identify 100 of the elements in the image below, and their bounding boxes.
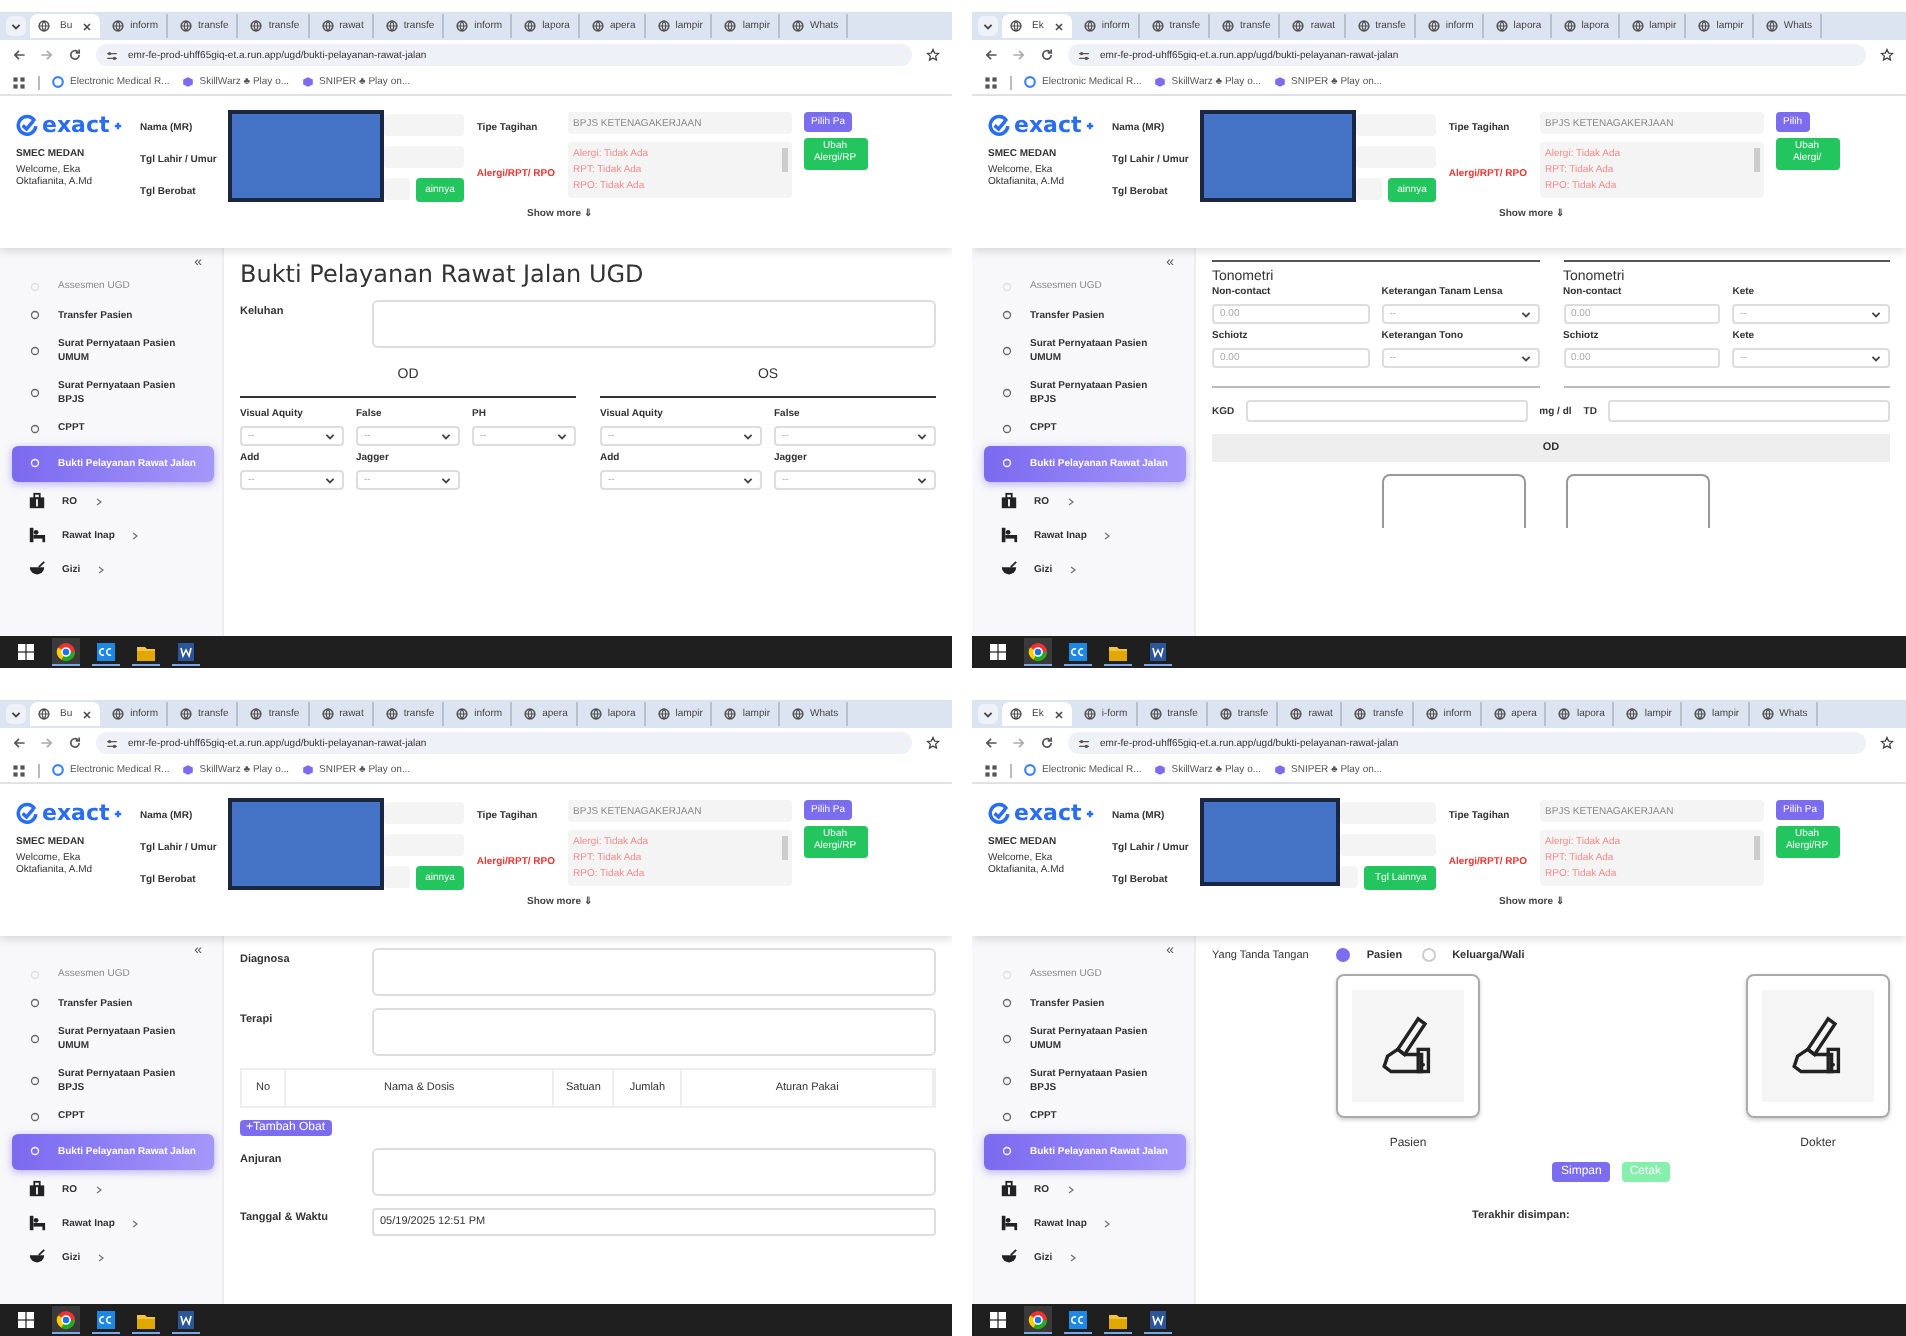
scrollbar[interactable] (781, 836, 788, 860)
close-icon[interactable] (1053, 709, 1064, 719)
scrollbar[interactable] (1753, 148, 1760, 172)
browser-icon[interactable] (56, 641, 76, 661)
apps-icon[interactable] (12, 763, 26, 777)
date-field[interactable] (1356, 178, 1382, 200)
apps-icon[interactable] (12, 75, 26, 89)
input-field[interactable] (384, 114, 465, 136)
tab-list-button[interactable] (6, 16, 26, 36)
site-info-icon[interactable] (106, 49, 118, 61)
windows-icon[interactable] (988, 1310, 1008, 1330)
globe-icon (1493, 708, 1506, 720)
close-icon[interactable] (82, 21, 93, 31)
close-icon[interactable] (82, 709, 93, 719)
globe-icon (1427, 20, 1440, 32)
back-icon[interactable] (12, 736, 26, 750)
input-field[interactable] (1356, 146, 1437, 168)
chevron-icon (982, 708, 994, 720)
globe-icon (250, 20, 263, 32)
close-icon[interactable] (1053, 21, 1064, 31)
reload-icon[interactable] (68, 48, 82, 62)
document-icon[interactable] (1148, 1309, 1168, 1329)
back-icon[interactable] (984, 48, 998, 62)
globe-icon (385, 708, 398, 720)
chevron-icon (1870, 352, 1882, 364)
bookmark-icon (301, 76, 314, 88)
globe-icon (1698, 20, 1711, 32)
windows-icon[interactable] (988, 642, 1008, 662)
date-field[interactable] (384, 178, 410, 200)
star-icon[interactable] (1880, 48, 1894, 62)
tab-list-button[interactable] (978, 16, 998, 36)
globe-icon (589, 708, 602, 720)
document-icon[interactable] (176, 1309, 196, 1329)
signature-pad[interactable] (1746, 974, 1890, 1118)
date-field[interactable] (384, 866, 410, 888)
input-field[interactable] (384, 802, 465, 824)
folder-icon[interactable] (136, 641, 156, 661)
app-icon[interactable] (1068, 1309, 1088, 1329)
chevron-icon (10, 20, 22, 32)
apps-icon[interactable] (984, 763, 998, 777)
scrollbar[interactable] (1753, 836, 1760, 860)
folder-icon[interactable] (136, 1309, 156, 1329)
star-icon[interactable] (926, 736, 940, 750)
globe-icon (524, 708, 537, 720)
globe-icon (1425, 708, 1438, 720)
chevron-icon (1065, 495, 1075, 507)
browser-icon[interactable] (1028, 641, 1048, 661)
radio-button[interactable] (1336, 948, 1351, 962)
bookmark-icon (1024, 764, 1036, 776)
chevron-icon (440, 474, 452, 486)
globe-icon (112, 20, 125, 32)
site-info-icon[interactable] (1078, 49, 1090, 61)
globe-icon (1222, 20, 1235, 32)
chevron-icon (130, 529, 141, 541)
globe-icon (1495, 20, 1508, 32)
windows-icon[interactable] (16, 642, 36, 662)
app-icon[interactable] (96, 1309, 116, 1329)
back-icon[interactable] (984, 736, 998, 750)
signature-pad[interactable] (1336, 974, 1480, 1118)
apps-icon[interactable] (984, 75, 998, 89)
tab-list-button[interactable] (6, 704, 26, 724)
document-icon[interactable] (1148, 641, 1168, 661)
document-icon[interactable] (176, 641, 196, 661)
globe-icon (38, 20, 50, 32)
globe-icon (1010, 708, 1022, 720)
app-icon[interactable] (96, 641, 116, 661)
star-icon[interactable] (1880, 736, 1894, 750)
input-field[interactable] (1356, 114, 1437, 136)
circle-icon (1002, 1076, 1012, 1086)
reload-icon[interactable] (68, 736, 82, 750)
briefcase-icon (1000, 1180, 1018, 1198)
input-field[interactable] (1608, 400, 1891, 422)
star-icon[interactable] (926, 48, 940, 62)
reload-icon[interactable] (1040, 736, 1054, 750)
reload-icon[interactable] (1040, 48, 1054, 62)
back-icon[interactable] (12, 48, 26, 62)
scrollbar[interactable] (781, 148, 788, 172)
tab-list-button[interactable] (978, 704, 998, 724)
globe-icon (524, 20, 537, 32)
globe-icon (1563, 20, 1576, 32)
site-info-icon[interactable] (106, 737, 118, 749)
browser-icon[interactable] (1028, 1309, 1048, 1329)
input-field[interactable] (384, 834, 465, 856)
logo-icon (988, 114, 1010, 136)
input-field[interactable] (384, 146, 465, 168)
globe-icon (1765, 20, 1778, 32)
folder-icon[interactable] (1108, 1309, 1128, 1329)
browser-icon[interactable] (56, 1309, 76, 1329)
input-field[interactable] (1340, 802, 1437, 824)
input-field[interactable] (1340, 834, 1437, 856)
chevron-icon (1068, 563, 1079, 575)
folder-icon[interactable] (1108, 641, 1128, 661)
globe-icon (1151, 20, 1164, 32)
input-field[interactable] (1246, 400, 1528, 422)
globe-icon (657, 708, 670, 720)
windows-icon[interactable] (16, 1310, 36, 1330)
radio-button[interactable] (1422, 948, 1437, 962)
site-info-icon[interactable] (1078, 737, 1090, 749)
app-icon[interactable] (1068, 641, 1088, 661)
date-field[interactable] (1340, 866, 1359, 888)
